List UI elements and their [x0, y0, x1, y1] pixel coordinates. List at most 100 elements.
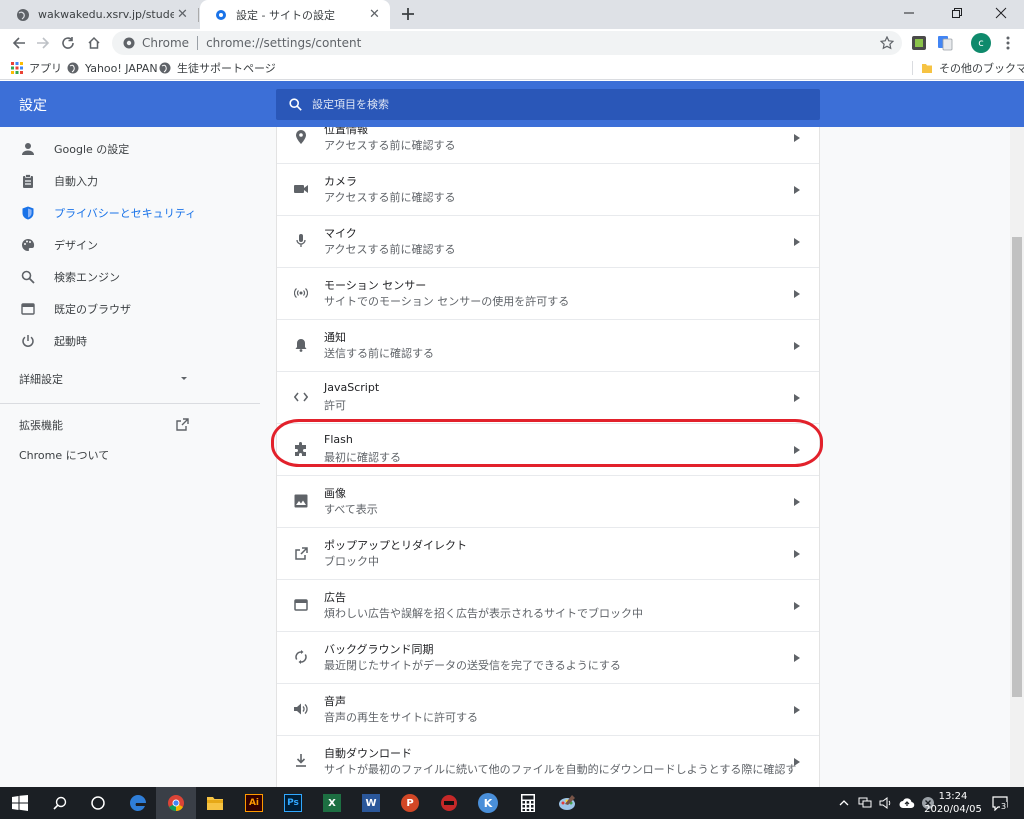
minimize-button[interactable]	[886, 0, 932, 26]
forward-button[interactable]	[32, 32, 54, 54]
globe-icon	[16, 8, 30, 22]
sidebar-item-label: Google の設定	[54, 143, 130, 156]
start-button[interactable]	[0, 787, 40, 819]
excel-icon: X	[323, 794, 341, 812]
network-icon[interactable]	[856, 794, 874, 812]
reload-button[interactable]	[57, 32, 79, 54]
globe-icon	[158, 62, 171, 75]
sidebar-item-autofill[interactable]: 自動入力	[0, 167, 260, 195]
chevron-right-icon	[793, 237, 801, 247]
setting-row-ads[interactable]: 広告 煩わしい広告や誤解を招く広告が表示されるサイトでブロック中	[277, 579, 819, 631]
other-bookmarks[interactable]: その他のブックマーク	[920, 60, 1024, 76]
setting-row-mic[interactable]: マイク アクセスする前に確認する	[277, 215, 819, 267]
sidebar-extensions[interactable]: 拡張機能	[19, 415, 189, 435]
address-bar[interactable]: Chrome chrome://settings/content	[112, 31, 902, 55]
sidebar-item-label: 拡張機能	[19, 419, 63, 432]
taskbar-clock[interactable]: 13:24 2020/04/05	[923, 790, 983, 816]
sidebar-item-google[interactable]: Google の設定	[0, 135, 260, 163]
page-title: 設定	[19, 98, 47, 114]
url-text[interactable]: chrome://settings/content	[206, 36, 361, 50]
page-scrollbar[interactable]	[1010, 127, 1024, 787]
mic-icon	[293, 233, 309, 249]
taskbar-excel[interactable]: X	[312, 787, 352, 819]
setting-row-background-sync[interactable]: バックグラウンド同期 最近閉じたサイトがデータの送受信を完了できるようにする	[277, 631, 819, 683]
taskbar-search-button[interactable]	[40, 787, 80, 819]
settings-search[interactable]	[276, 89, 820, 120]
bookmark-support[interactable]: 生徒サポートページ	[158, 60, 276, 76]
notification-center-button[interactable]: 3	[990, 793, 1010, 813]
taskbar-illustrator[interactable]: Ai	[234, 787, 274, 819]
row-subtitle: サイトが最初のファイルに続いて他のファイルを自動的にダウンロードしようとする際に…	[324, 763, 797, 776]
taskbar-paint[interactable]	[547, 787, 587, 819]
home-icon	[88, 36, 100, 49]
taskbar-word[interactable]: W	[351, 787, 391, 819]
power-icon	[20, 333, 36, 349]
restore-button[interactable]	[934, 0, 980, 26]
taskbar-chrome[interactable]	[156, 787, 196, 819]
setting-row-auto-download[interactable]: 自動ダウンロード サイトが最初のファイルに続いて他のファイルを自動的にダウンロー…	[277, 735, 819, 787]
setting-row-location[interactable]: 位置情報 アクセスする前に確認する	[277, 127, 819, 163]
cloud-upload-icon[interactable]	[898, 794, 916, 812]
close-icon	[995, 7, 1007, 19]
bookmark-yahoo[interactable]: Yahoo! JAPAN	[66, 60, 158, 76]
setting-row-javascript[interactable]: JavaScript 許可	[277, 371, 819, 423]
taskbar-k-app[interactable]: K	[468, 787, 508, 819]
browser-toolbar: Chrome chrome://settings/content c	[0, 29, 1024, 56]
restore-icon	[952, 8, 962, 18]
bookmark-apps[interactable]: アプリ	[10, 60, 62, 76]
gear-icon	[214, 8, 228, 22]
taskbar-file-explorer[interactable]	[195, 787, 235, 819]
sidebar-item-privacy[interactable]: プライバシーとセキュリティ	[0, 199, 260, 227]
search-icon	[53, 796, 67, 810]
close-icon[interactable]: ✕	[367, 7, 382, 22]
sidebar-item-default-browser[interactable]: 既定のブラウザ	[0, 295, 260, 323]
taskbar-calculator[interactable]	[508, 787, 548, 819]
task-view-icon	[91, 796, 105, 810]
bookmark-label: その他のブックマーク	[939, 62, 1024, 75]
setting-row-sound[interactable]: 音声 音声の再生をサイトに許可する	[277, 683, 819, 735]
taskbar-edge[interactable]	[118, 787, 158, 819]
taskbar-powerpoint[interactable]: P	[390, 787, 430, 819]
new-tab-button[interactable]	[398, 4, 418, 24]
search-icon	[20, 269, 36, 285]
sidebar-item-label: プライバシーとセキュリティ	[54, 207, 197, 220]
row-title: 位置情報	[324, 127, 368, 136]
sidebar-advanced[interactable]: 詳細設定	[19, 367, 189, 391]
setting-row-popups[interactable]: ポップアップとリダイレクト ブロック中	[277, 527, 819, 579]
sidebar-item-appearance[interactable]: デザイン	[0, 231, 260, 259]
setting-row-images[interactable]: 画像 すべて表示	[277, 475, 819, 527]
sidebar-item-on-startup[interactable]: 起動時	[0, 327, 260, 355]
setting-row-motion-sensor[interactable]: モーション センサー サイトでのモーション センサーの使用を許可する	[277, 267, 819, 319]
volume-icon[interactable]	[877, 794, 895, 812]
scrollbar-thumb[interactable]	[1012, 237, 1022, 697]
sidebar-about-chrome[interactable]: Chrome について	[19, 447, 109, 463]
browser-menu-button[interactable]	[997, 32, 1019, 54]
clock-date: 2020/04/05	[924, 804, 982, 815]
row-title: モーション センサー	[324, 279, 427, 292]
tab-settings[interactable]: 設定 - サイトの設定 ✕	[200, 0, 390, 29]
row-title: Flash	[324, 433, 353, 446]
close-icon[interactable]: ✕	[175, 7, 190, 22]
translate-extension-button[interactable]	[934, 32, 956, 54]
task-view-button[interactable]	[78, 787, 118, 819]
chevron-right-icon	[793, 653, 801, 663]
taskbar-photoshop[interactable]: Ps	[273, 787, 313, 819]
search-input[interactable]	[312, 98, 792, 111]
setting-row-camera[interactable]: カメラ アクセスする前に確認する	[277, 163, 819, 215]
profile-avatar[interactable]: c	[971, 33, 991, 53]
back-button[interactable]	[8, 32, 30, 54]
home-button[interactable]	[83, 32, 105, 54]
bookmark-star-icon[interactable]	[878, 34, 896, 52]
extension-button[interactable]	[908, 32, 930, 54]
download-icon	[293, 753, 309, 769]
tab-students[interactable]: wakwakedu.xsrv.jp/students/ ✕	[2, 0, 198, 29]
sidebar-divider	[0, 403, 260, 404]
taskbar-app[interactable]	[429, 787, 469, 819]
sidebar-item-label: デザイン	[54, 239, 98, 252]
window-close-button[interactable]	[978, 0, 1024, 26]
chevron-up-icon[interactable]	[835, 794, 853, 812]
row-subtitle: 煩わしい広告や誤解を招く広告が表示されるサイトでブロック中	[324, 607, 643, 620]
setting-row-notifications[interactable]: 通知 送信する前に確認する	[277, 319, 819, 371]
sidebar-item-search-engine[interactable]: 検索エンジン	[0, 263, 260, 291]
setting-row-flash[interactable]: Flash 最初に確認する	[277, 423, 819, 475]
